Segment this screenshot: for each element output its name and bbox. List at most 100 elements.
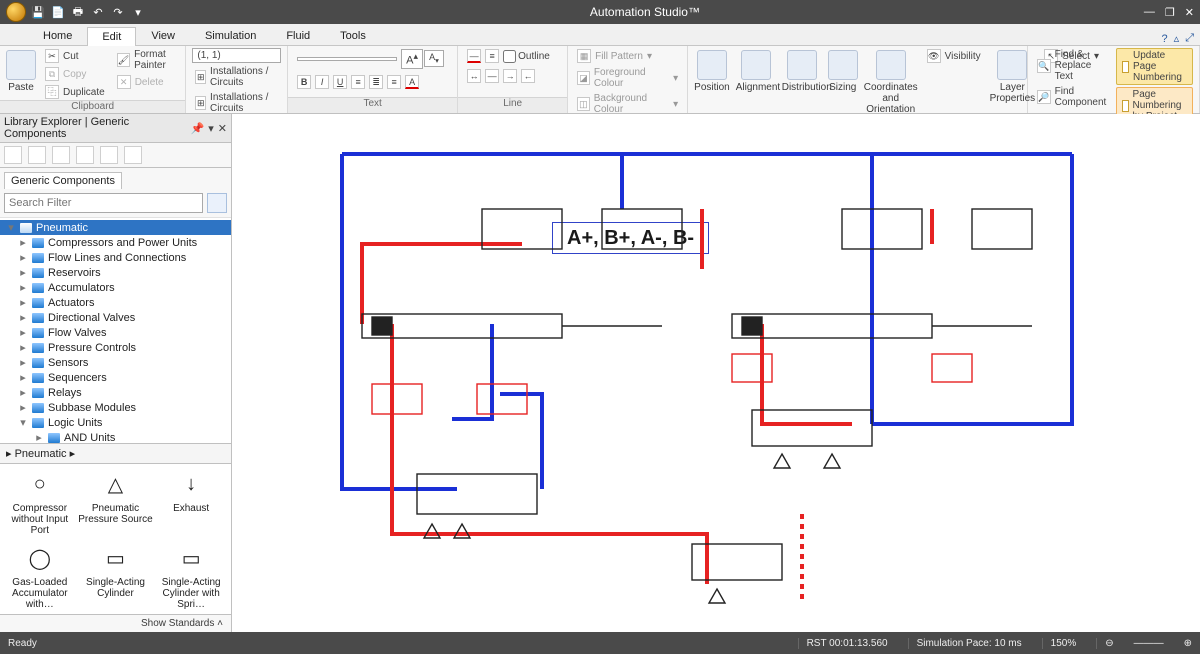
format-painter-button[interactable]: 🖌Format Painter bbox=[114, 48, 180, 72]
qat-redo-icon[interactable]: ↷ bbox=[110, 4, 126, 20]
line-color-icon[interactable]: — bbox=[467, 49, 481, 63]
tree-item[interactable]: ▸Reservoirs bbox=[0, 265, 231, 280]
cut-button[interactable]: ✂Cut bbox=[42, 48, 108, 64]
palette-item[interactable]: △Pneumatic Pressure Source bbox=[78, 468, 154, 536]
tree-item[interactable]: ▸Relays bbox=[0, 385, 231, 400]
distribution-button[interactable]: Distribution bbox=[782, 48, 822, 93]
alignment-button[interactable]: Alignment bbox=[736, 48, 776, 93]
tree-item[interactable]: ▸Actuators bbox=[0, 295, 231, 310]
position-button[interactable]: Position bbox=[694, 48, 730, 93]
canvas[interactable]: A+, B+, A-, B- EmergencyStop bbox=[232, 114, 1200, 632]
palette-item[interactable]: ▭Single-Acting Cylinder with Spri… bbox=[153, 542, 229, 610]
ex-tool-6[interactable] bbox=[124, 146, 142, 164]
installations-row-1[interactable]: ⊞Installations / Circuits bbox=[192, 65, 281, 89]
tree-item[interactable]: ▸Compressors and Power Units bbox=[0, 235, 231, 250]
font-color-icon[interactable]: A bbox=[405, 75, 419, 89]
tab-edit[interactable]: Edit bbox=[87, 27, 136, 46]
underline-icon[interactable]: U bbox=[333, 75, 347, 89]
duplicate-button[interactable]: ⿻Duplicate bbox=[42, 84, 108, 100]
expand-icon[interactable]: ▸ bbox=[18, 251, 28, 264]
expand-icon[interactable]: ▸ bbox=[18, 341, 28, 354]
delete-button[interactable]: ✕Delete bbox=[114, 74, 180, 90]
ex-tool-1[interactable] bbox=[4, 146, 22, 164]
expand-icon[interactable]: ▸ bbox=[18, 371, 28, 384]
palette-item[interactable]: ◯Gas-Loaded Accumulator with… bbox=[2, 542, 78, 610]
ex-tool-5[interactable] bbox=[100, 146, 118, 164]
palette-item[interactable]: ↓Exhaust bbox=[153, 468, 229, 536]
tree-item[interactable]: ▸Accumulators bbox=[0, 280, 231, 295]
paste-button[interactable]: Paste bbox=[6, 48, 36, 93]
foreground-button[interactable]: ◪Foreground Colour ▾ bbox=[574, 66, 681, 90]
tree-item[interactable]: ▾Logic Units bbox=[0, 415, 231, 430]
expand-icon[interactable]: ▾ bbox=[18, 416, 28, 429]
close-button[interactable]: ✕ bbox=[1185, 6, 1194, 19]
find-component-button[interactable]: 🔎Find Component bbox=[1034, 85, 1110, 109]
qat-new-icon[interactable]: 📄 bbox=[50, 4, 66, 20]
arrow-none-icon[interactable]: — bbox=[485, 69, 499, 83]
font-increase-button[interactable]: A▴ bbox=[401, 49, 423, 69]
expand-icon[interactable]: ▸ bbox=[18, 236, 28, 249]
tab-tools[interactable]: Tools bbox=[325, 26, 381, 45]
expand-icon[interactable]: ▸ bbox=[34, 431, 44, 443]
search-settings-icon[interactable] bbox=[207, 193, 227, 213]
installations-row-2[interactable]: ⊞Installations / Circuits bbox=[192, 91, 281, 115]
copy-button[interactable]: ⧉Copy bbox=[42, 66, 108, 82]
minimize-button[interactable]: — bbox=[1144, 6, 1155, 19]
palette-item[interactable]: ○Compressor without Input Port bbox=[2, 468, 78, 536]
app-orb-icon[interactable] bbox=[6, 2, 26, 22]
sizing-button[interactable]: Sizing bbox=[828, 48, 858, 93]
tree-item[interactable]: ▸Subbase Modules bbox=[0, 400, 231, 415]
ex-tool-2[interactable] bbox=[28, 146, 46, 164]
tree-item[interactable]: ▸Flow Valves bbox=[0, 325, 231, 340]
visibility-button[interactable]: 👁Visibility bbox=[924, 48, 984, 64]
show-standards-button[interactable]: Show Standards ˄ bbox=[0, 614, 231, 632]
tab-view[interactable]: View bbox=[136, 26, 190, 45]
arrow-both-icon[interactable]: ↔ bbox=[467, 69, 481, 83]
update-page-numbering-button[interactable]: Update Page Numbering bbox=[1116, 48, 1193, 85]
explorer-menu-icon[interactable]: ▾ bbox=[208, 122, 214, 135]
line-style-icon[interactable]: ≡ bbox=[485, 49, 499, 63]
expand-icon[interactable]: ▸ bbox=[18, 311, 28, 324]
expand-icon[interactable]: ▸ bbox=[18, 296, 28, 309]
qat-dropdown-icon[interactable]: ▾ bbox=[130, 4, 146, 20]
tree-item[interactable]: ▸Sequencers bbox=[0, 370, 231, 385]
font-combo[interactable] bbox=[297, 57, 397, 61]
align-center-icon[interactable]: ≣ bbox=[369, 75, 383, 89]
palette-item[interactable]: ▭Single-Acting Cylinder bbox=[78, 542, 154, 610]
ex-tool-3[interactable] bbox=[52, 146, 70, 164]
qat-undo-icon[interactable]: ↶ bbox=[90, 4, 106, 20]
expand-icon[interactable]: ▾ bbox=[6, 221, 16, 234]
qat-save-icon[interactable]: 💾 bbox=[30, 4, 46, 20]
find-replace-button[interactable]: 🔍Find & Replace Text bbox=[1034, 48, 1110, 83]
align-left-icon[interactable]: ≡ bbox=[351, 75, 365, 89]
search-input[interactable] bbox=[4, 193, 203, 213]
tab-simulation[interactable]: Simulation bbox=[190, 26, 271, 45]
tab-home[interactable]: Home bbox=[28, 26, 87, 45]
component-tree[interactable]: ▾Pneumatic▸Compressors and Power Units ▸F… bbox=[0, 218, 231, 443]
explorer-pin-icon[interactable]: 📌 bbox=[191, 122, 205, 135]
font-decrease-button[interactable]: A▾ bbox=[424, 50, 444, 67]
tab-fluid[interactable]: Fluid bbox=[271, 26, 325, 45]
expand-icon[interactable]: ▸ bbox=[18, 401, 28, 414]
outline-checkbox[interactable]: Outline bbox=[503, 50, 550, 63]
expand-icon[interactable]: ▸ bbox=[18, 281, 28, 294]
coords-combo[interactable]: (1, 1) bbox=[192, 48, 281, 63]
background-button[interactable]: ◫Background Colour ▾ bbox=[574, 92, 681, 116]
explorer-tab[interactable]: Generic Components bbox=[4, 172, 122, 189]
ex-tool-4[interactable] bbox=[76, 146, 94, 164]
italic-icon[interactable]: I bbox=[315, 75, 329, 89]
tree-item[interactable]: ▸AND Units bbox=[0, 430, 231, 443]
expand-icon[interactable]: ▸ bbox=[18, 326, 28, 339]
tree-item[interactable]: ▾Pneumatic bbox=[0, 220, 231, 235]
explorer-breadcrumb[interactable]: ▸ Pneumatic ▸ bbox=[0, 443, 231, 464]
zoom-out-icon[interactable]: ⊖ bbox=[1096, 638, 1113, 649]
status-zoom[interactable]: 150% bbox=[1042, 638, 1077, 649]
qat-print-icon[interactable]: 🖶 bbox=[70, 4, 86, 20]
arrow-left-icon[interactable]: ← bbox=[521, 69, 535, 83]
bold-icon[interactable]: B bbox=[297, 75, 311, 89]
coordinates-button[interactable]: Coordinates and Orientation bbox=[864, 48, 918, 115]
maximize-button[interactable]: ❐ bbox=[1165, 6, 1175, 19]
explorer-close-icon[interactable]: ✕ bbox=[218, 122, 227, 135]
ribbon-expand-icon[interactable]: ⤢ bbox=[1185, 32, 1194, 45]
expand-icon[interactable]: ▸ bbox=[18, 266, 28, 279]
